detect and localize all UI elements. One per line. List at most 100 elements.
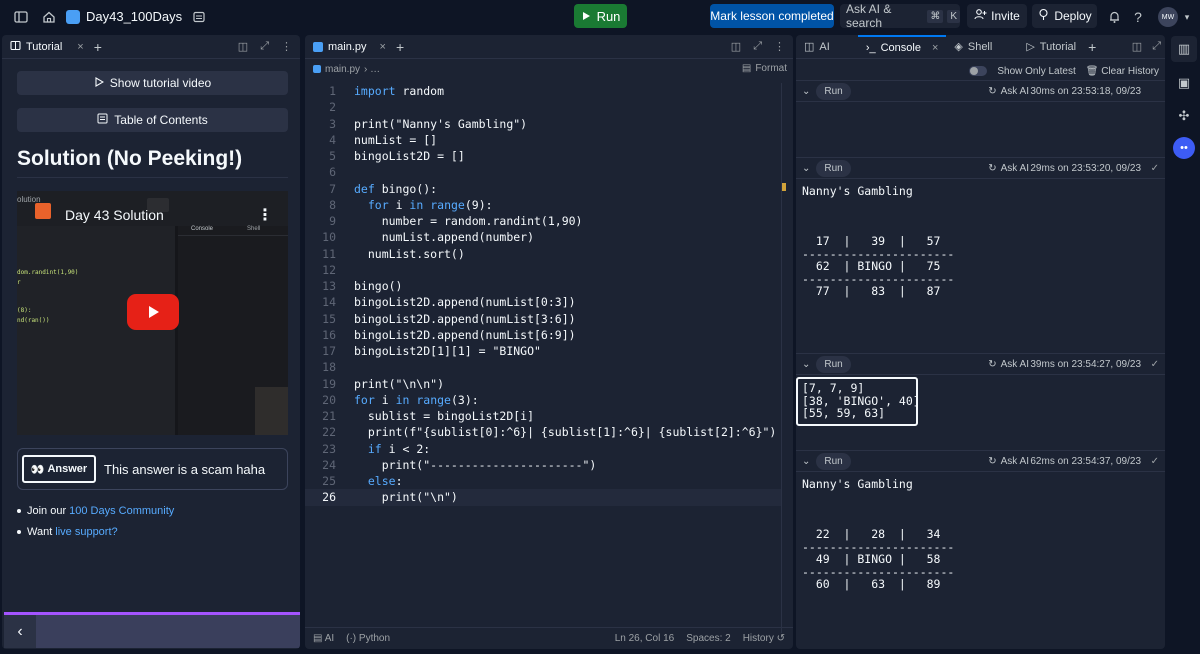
- add-tab-icon[interactable]: +: [94, 39, 102, 55]
- bell-icon[interactable]: [1103, 6, 1125, 28]
- chevron-down-icon[interactable]: ⌄: [802, 456, 810, 467]
- code-line[interactable]: 6: [305, 164, 781, 180]
- invite-button[interactable]: Invite: [967, 4, 1027, 28]
- tab-console[interactable]: ›_ Console ×: [857, 35, 947, 59]
- tab-tutorial[interactable]: Tutorial ×: [2, 35, 92, 59]
- chevron-down-icon[interactable]: ⌄: [802, 359, 810, 370]
- table-of-contents-button[interactable]: Table of Contents: [17, 108, 288, 132]
- tab-main-py[interactable]: main.py ×: [305, 35, 394, 59]
- tab-ai[interactable]: ◫ AI: [796, 35, 838, 59]
- split-pane-icon[interactable]: ◫: [1132, 40, 1142, 53]
- code-line[interactable]: 11 numList.sort(): [305, 246, 781, 262]
- more-options-icon[interactable]: ⋮: [774, 40, 785, 53]
- clear-history-button[interactable]: 🗑 Clear History: [1086, 66, 1159, 77]
- code-line[interactable]: 24 print("----------------------"): [305, 457, 781, 473]
- extensions-icon[interactable]: ✣: [1171, 103, 1197, 129]
- breadcrumb: main.py › …: [305, 59, 793, 79]
- close-icon[interactable]: ×: [932, 42, 938, 54]
- breadcrumb-file[interactable]: main.py: [325, 64, 360, 75]
- code-line[interactable]: 8 for i in range(9):: [305, 197, 781, 213]
- code-line[interactable]: 9 number = random.randint(1,90): [305, 213, 781, 229]
- run-button[interactable]: Run: [574, 4, 627, 28]
- split-pane-icon[interactable]: ◫: [731, 40, 741, 53]
- repl-name[interactable]: Day43_100Days: [66, 9, 182, 24]
- previous-lesson-button[interactable]: ‹: [4, 615, 36, 648]
- split-pane-icon[interactable]: ◫: [238, 40, 248, 53]
- add-tab-icon[interactable]: +: [1088, 39, 1096, 55]
- community-link[interactable]: 100 Days Community: [69, 505, 174, 517]
- show-only-latest-toggle[interactable]: [969, 66, 988, 76]
- format-button[interactable]: ▤ Format: [742, 63, 787, 74]
- ai-status[interactable]: ▤ AI: [313, 633, 334, 644]
- close-icon[interactable]: ×: [77, 41, 83, 53]
- youtube-play-icon[interactable]: [127, 294, 179, 330]
- code-line[interactable]: 4 numList = []: [305, 132, 781, 148]
- more-options-icon[interactable]: ⋮: [281, 40, 292, 53]
- assistant-icon[interactable]: ••: [1173, 137, 1195, 159]
- code-line[interactable]: 21 sublist = bingoList2D[i]: [305, 408, 781, 424]
- sidebar-toggle-icon[interactable]: [10, 6, 32, 28]
- run-again-button[interactable]: Run: [816, 355, 851, 373]
- code-line[interactable]: 2: [305, 99, 781, 115]
- home-icon[interactable]: [38, 6, 60, 28]
- code-line[interactable]: 5 bingoList2D = []: [305, 148, 781, 164]
- ask-ai-button[interactable]: ↻ Ask AI: [988, 163, 1029, 174]
- code-editor[interactable]: 1 import random 2 3 print("Nanny's Gambling"…: [305, 83, 781, 506]
- code-line[interactable]: 3 print("Nanny's Gambling"): [305, 116, 781, 132]
- tab-shell[interactable]: ◈ Shell: [946, 35, 1000, 59]
- code-line[interactable]: 14 bingoList2D.append(numList[0:3]): [305, 294, 781, 310]
- add-tab-icon[interactable]: +: [396, 39, 404, 55]
- code-line[interactable]: 17 bingoList2D[1][1] = "BINGO": [305, 343, 781, 359]
- answer-button[interactable]: 👀 Answer: [22, 455, 96, 483]
- code-line[interactable]: 25 else:: [305, 473, 781, 489]
- code-line[interactable]: 1 import random: [305, 83, 781, 99]
- breadcrumb-sep[interactable]: › …: [364, 64, 380, 75]
- expand-icon[interactable]: ⤢: [1152, 40, 1161, 53]
- repl-info-icon[interactable]: [188, 6, 210, 28]
- book-icon[interactable]: ▥: [1171, 36, 1197, 62]
- code-line[interactable]: 7 def bingo():: [305, 181, 781, 197]
- code-line[interactable]: 19 print("\n\n"): [305, 376, 781, 392]
- code-line[interactable]: 23 if i < 2:: [305, 441, 781, 457]
- show-tutorial-video-label: Show tutorial video: [109, 76, 212, 90]
- code-line[interactable]: 16 bingoList2D.append(numList[6:9]): [305, 327, 781, 343]
- chevron-down-icon[interactable]: ⌄: [802, 163, 810, 174]
- bullet-icon: [17, 509, 21, 513]
- code-line[interactable]: 15 bingoList2D.append(numList[3:6]): [305, 311, 781, 327]
- close-icon[interactable]: ×: [380, 41, 386, 53]
- expand-icon[interactable]: ⤢: [260, 40, 269, 53]
- avatar[interactable]: MW: [1158, 7, 1178, 27]
- spaces-setting[interactable]: Spaces: 2: [686, 633, 730, 644]
- code-line-text: bingoList2D.append(numList[6:9]): [354, 327, 576, 342]
- chevron-down-icon[interactable]: ⌄: [802, 86, 810, 97]
- help-icon[interactable]: ?: [1127, 6, 1149, 28]
- code-line[interactable]: 18: [305, 359, 781, 375]
- expand-icon[interactable]: ⤢: [753, 40, 762, 53]
- code-line[interactable]: 26 print("\n"): [305, 489, 781, 506]
- ask-ai-button[interactable]: ↻ Ask AI: [988, 456, 1029, 467]
- video-more-icon[interactable]: ⋮: [257, 205, 273, 225]
- tutorial-video-embed[interactable]: olution Day 43 Solution ⋮ Console Shell …: [17, 191, 288, 435]
- ask-ai-button[interactable]: ↻ Ask AI: [988, 86, 1029, 97]
- code-line[interactable]: 22 print(f"{sublist[0]:^6}| {sublist[1]:…: [305, 424, 781, 440]
- editor-scrollbar[interactable]: [781, 83, 791, 633]
- chat-icon[interactable]: ▣: [1171, 70, 1197, 96]
- code-line[interactable]: 12: [305, 262, 781, 278]
- run-again-button[interactable]: Run: [816, 82, 851, 100]
- code-line[interactable]: 10 numList.append(number): [305, 229, 781, 245]
- history-button[interactable]: History ↺: [743, 633, 785, 644]
- ai-icon: ▤: [313, 633, 325, 644]
- ask-ai-button[interactable]: ↻ Ask AI: [988, 359, 1029, 370]
- live-support-link[interactable]: live support?: [55, 526, 117, 538]
- run-again-button[interactable]: Run: [816, 452, 851, 470]
- code-line[interactable]: 13 bingo(): [305, 278, 781, 294]
- mark-lesson-completed-button[interactable]: Mark lesson completed: [710, 4, 834, 28]
- show-tutorial-video-button[interactable]: Show tutorial video: [17, 71, 288, 95]
- deploy-button[interactable]: Deploy: [1032, 4, 1097, 28]
- run-again-button[interactable]: Run: [816, 159, 851, 177]
- code-line[interactable]: 20 for i in range(3):: [305, 392, 781, 408]
- language-status[interactable]: (·) Python: [346, 633, 390, 644]
- chevron-down-icon[interactable]: ▾: [1176, 6, 1198, 28]
- ask-ai-search-button[interactable]: Ask AI & search ⌘ K: [840, 2, 960, 30]
- tab-tutorial-right[interactable]: ▷ Tutorial: [1018, 35, 1084, 59]
